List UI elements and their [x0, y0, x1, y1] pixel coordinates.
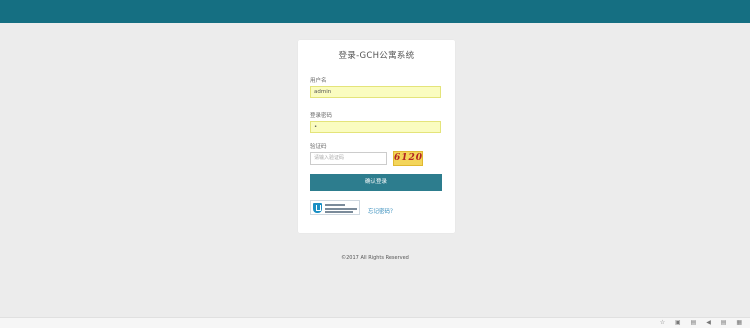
captcha-input[interactable]: 请输入验证码 [310, 152, 387, 165]
captcha-label: 验证码 [310, 144, 327, 150]
window-icon[interactable]: ▣ [675, 319, 685, 326]
login-title: 登录-GCH公寓系统 [338, 51, 415, 61]
forgot-password-link[interactable]: 忘记密码？ [368, 207, 396, 215]
grid-icon[interactable]: ▦ [736, 319, 746, 326]
tray-icons: ☆ ▣ ▤ ◀ ▤ ▦ [660, 319, 746, 326]
login-panel: 登录-GCH公寓系统 用户名 admin 登录密码 • 验证码 请输入验证码 6… [298, 40, 455, 233]
password-input[interactable]: • [310, 121, 441, 133]
username-input[interactable]: admin [310, 86, 441, 98]
login-button[interactable]: 确认登录 [310, 174, 442, 191]
browser-status-bar: ☆ ▣ ▤ ◀ ▤ ▦ [0, 317, 750, 328]
speaker-icon[interactable]: ◀ [706, 319, 715, 326]
shield-icon [313, 203, 322, 213]
panel-icon[interactable]: ▤ [691, 319, 701, 326]
menu-icon[interactable]: ▤ [721, 319, 731, 326]
security-badge[interactable] [310, 200, 360, 215]
badge-text-line [325, 204, 345, 206]
badge-text-line [325, 211, 353, 213]
captcha-image[interactable]: 6120 [393, 151, 423, 166]
username-label: 用户名 [310, 78, 327, 84]
star-icon[interactable]: ☆ [660, 319, 669, 326]
badge-text-line [325, 208, 357, 210]
copyright-footer: ©2017 All Rights Reserved [341, 255, 409, 261]
password-label: 登录密码 [310, 113, 333, 119]
top-header-bar [0, 0, 750, 23]
